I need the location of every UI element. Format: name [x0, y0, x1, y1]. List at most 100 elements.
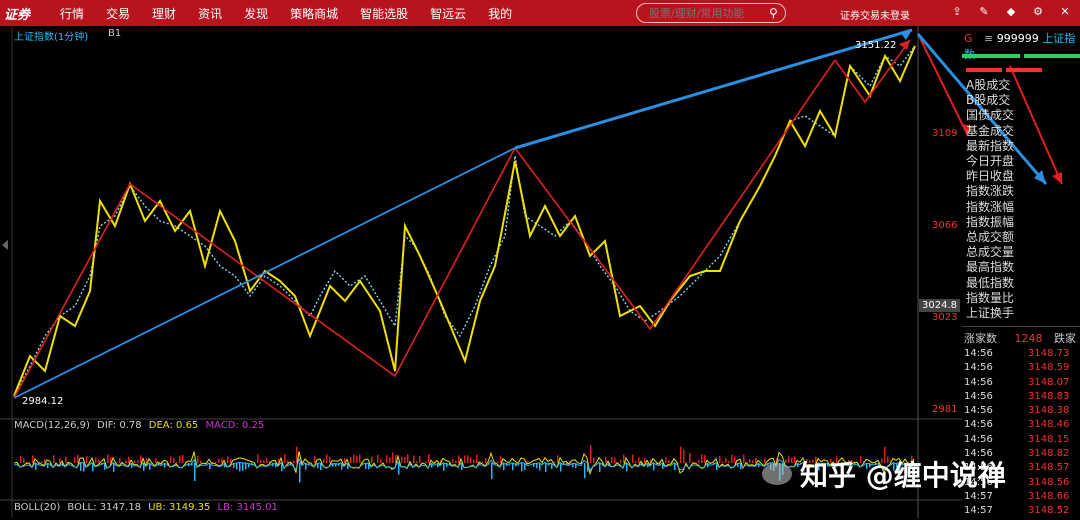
- nav-item-news[interactable]: 资讯: [198, 5, 222, 22]
- index-code: 999999: [997, 32, 1039, 45]
- macd-bar: [377, 455, 379, 463]
- tick-time: 14:56: [962, 362, 1028, 376]
- macd-bar: [215, 462, 217, 463]
- menu-icon[interactable]: ≡: [984, 32, 993, 45]
- search-icon[interactable]: ⚲: [769, 6, 778, 20]
- stat-bond-turnover: 国债成交: [966, 108, 1014, 123]
- nav-item-mine[interactable]: 我的: [488, 5, 512, 22]
- nav-item-discover[interactable]: 发现: [244, 5, 268, 22]
- macd-bar: [134, 460, 136, 463]
- macd-bar: [371, 457, 373, 463]
- close-icon[interactable]: ✕: [1058, 5, 1072, 19]
- nav-item-finance[interactable]: 理财: [152, 5, 176, 22]
- macd-bar: [155, 458, 157, 463]
- stat-open: 今日开盘: [966, 154, 1014, 169]
- macd-bar: [299, 463, 301, 482]
- macd-bar: [590, 445, 592, 463]
- macd-bar: [197, 456, 199, 463]
- macd-bar: [356, 455, 358, 463]
- tick-price: 3148.82: [1028, 448, 1069, 462]
- macd-bar: [614, 458, 616, 463]
- gear-icon[interactable]: ⚙: [1031, 5, 1045, 19]
- macd-bar: [176, 462, 178, 463]
- breadth-bar-red-1: [966, 68, 1002, 72]
- price-chart[interactable]: [0, 26, 1080, 518]
- app-logo: 证券: [0, 4, 40, 23]
- macd-bar: [239, 463, 241, 471]
- edit-icon[interactable]: ✎: [977, 5, 991, 19]
- stat-change-pct: 指数涨幅: [966, 200, 1014, 215]
- macd-bar: [419, 456, 421, 463]
- nav-item-cloud[interactable]: 智远云: [430, 5, 466, 22]
- tick-price: 3148.59: [1028, 362, 1069, 376]
- macd-bar: [314, 456, 316, 463]
- low-price-label: 2984.12: [22, 396, 63, 407]
- tick-price: 3148.73: [1028, 348, 1069, 362]
- boll-lb-label: LB:: [218, 502, 234, 513]
- macd-bar: [65, 457, 67, 463]
- macd-bar: [173, 458, 175, 463]
- macd-bar: [227, 456, 229, 463]
- stat-turnover-rate: 上证换手: [966, 306, 1014, 321]
- macd-bar: [701, 454, 703, 463]
- stat-low: 最低指数: [966, 276, 1014, 291]
- macd-bar: [86, 456, 88, 463]
- main-nav: 行情 交易 理财 资讯 发现 策略商城 智能选股 智远云 我的: [60, 5, 534, 22]
- stat-prev-close: 昨日收盘: [966, 169, 1014, 184]
- macd-bar: [284, 454, 286, 463]
- macd-dif-label: DIF:: [97, 420, 116, 431]
- macd-bar: [491, 463, 493, 479]
- tick-price: 3148.66: [1028, 491, 1069, 505]
- macd-bar: [359, 454, 361, 463]
- macd-dea-label: DEA:: [149, 420, 173, 431]
- macd-bar: [527, 461, 529, 463]
- macd-bar: [80, 463, 82, 471]
- macd-bar: [653, 463, 655, 470]
- macd-bar: [170, 456, 172, 463]
- rise-count-row: 涨家数 1248 跌家: [962, 330, 1080, 346]
- macd-bar: [401, 456, 403, 463]
- share-icon[interactable]: ⇪: [950, 5, 964, 19]
- boll-legend[interactable]: BOLL(20) BOLL: 3147.18 UB: 3149.35 LB: 3…: [14, 502, 278, 513]
- stat-a-turnover: A股成交: [966, 78, 1014, 93]
- macd-bar: [425, 461, 427, 463]
- macd-bar: [464, 455, 466, 463]
- macd-bar: [95, 457, 97, 463]
- macd-bar: [263, 460, 265, 463]
- macd-bar: [323, 459, 325, 463]
- tick-time: 14:56: [962, 405, 1028, 419]
- macd-bar: [668, 460, 670, 463]
- tick-time: 14:56: [962, 348, 1028, 362]
- macd-bar: [386, 455, 388, 463]
- trend-line-red: [14, 60, 835, 398]
- login-status[interactable]: 证券交易未登录: [840, 7, 910, 22]
- tick-row: 14:563148.38: [962, 405, 1080, 419]
- tick-row: 14:563148.46: [962, 419, 1080, 433]
- stat-fund-turnover: 基金成交: [966, 124, 1014, 139]
- nav-item-strategy-mall[interactable]: 策略商城: [290, 5, 338, 22]
- macd-bar: [53, 455, 55, 463]
- macd-bar: [680, 447, 682, 463]
- nav-item-smart-picker[interactable]: 智能选股: [360, 5, 408, 22]
- macd-bar: [200, 461, 202, 463]
- window-controls: ⇪ ✎ ◆ ⚙ ✕: [950, 5, 1080, 19]
- macd-bar: [605, 457, 607, 463]
- search-input[interactable]: [647, 6, 769, 21]
- macd-bar: [20, 456, 22, 463]
- macd-bar: [497, 462, 499, 463]
- search-box[interactable]: ⚲: [636, 3, 786, 23]
- tick-time: 14:56: [962, 377, 1028, 391]
- macd-legend[interactable]: MACD(12,26,9) DIF: 0.78 DEA: 0.65 MACD: …: [14, 420, 264, 431]
- macd-value: 0.25: [242, 420, 264, 431]
- macd-bar: [584, 463, 586, 478]
- cube-icon[interactable]: ◆: [1004, 5, 1018, 19]
- nav-item-trade[interactable]: 交易: [106, 5, 130, 22]
- price-axis-label-3: 3023: [932, 312, 957, 323]
- macd-bar: [350, 457, 352, 463]
- breadth-bar-red-2: [1006, 68, 1042, 72]
- macd-bar: [245, 463, 247, 469]
- macd-bar: [749, 459, 751, 463]
- macd-bar: [236, 463, 238, 469]
- nav-item-market[interactable]: 行情: [60, 5, 84, 22]
- macd-bar: [41, 461, 43, 463]
